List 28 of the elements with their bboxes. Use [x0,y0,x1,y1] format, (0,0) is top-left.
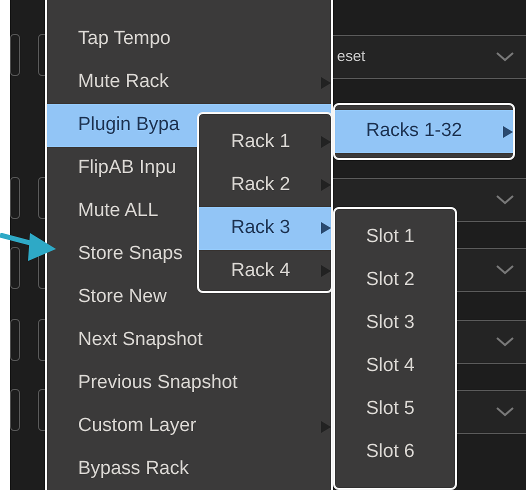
chevron-down-icon [496,195,514,205]
input-box[interactable] [10,34,20,76]
input-box[interactable] [10,319,20,361]
pointer-arrow-icon [0,233,56,263]
input-box[interactable] [10,247,20,289]
menu-item[interactable]: Tap Tempo [47,18,331,61]
menu-item[interactable]: Rack 4 [199,250,331,292]
menu-item[interactable]: Racks 1-32 [335,110,513,153]
menu-item[interactable]: Rack 3 [199,206,331,250]
menu-item[interactable]: Rack 2 [199,164,331,206]
chevron-down-icon [496,407,514,417]
menu-item[interactable]: Slot 3 [335,302,455,344]
chevron-down-icon [496,265,514,275]
menu-item[interactable]: Slot 4 [335,344,455,388]
chevron-down-icon [496,337,514,347]
menu-item[interactable]: Slot 1 [335,216,455,258]
input-box[interactable] [10,177,20,219]
menu-item[interactable]: Next Snapshot [47,319,331,362]
dropdown-field[interactable]: eset [333,35,526,79]
menu-item[interactable]: Bypass Rack [47,448,331,490]
input-box[interactable] [10,389,20,431]
menu-item[interactable]: Previous Snapshot [47,362,331,405]
menu-item[interactable]: Slot 5 [335,388,455,430]
chevron-down-icon [496,52,514,62]
menu-item[interactable]: Slot 6 [335,430,455,474]
menu-item[interactable]: Custom Layer [47,405,331,448]
menu-item[interactable]: Slot 2 [335,258,455,302]
menu-item[interactable]: Mute Rack [47,61,331,104]
